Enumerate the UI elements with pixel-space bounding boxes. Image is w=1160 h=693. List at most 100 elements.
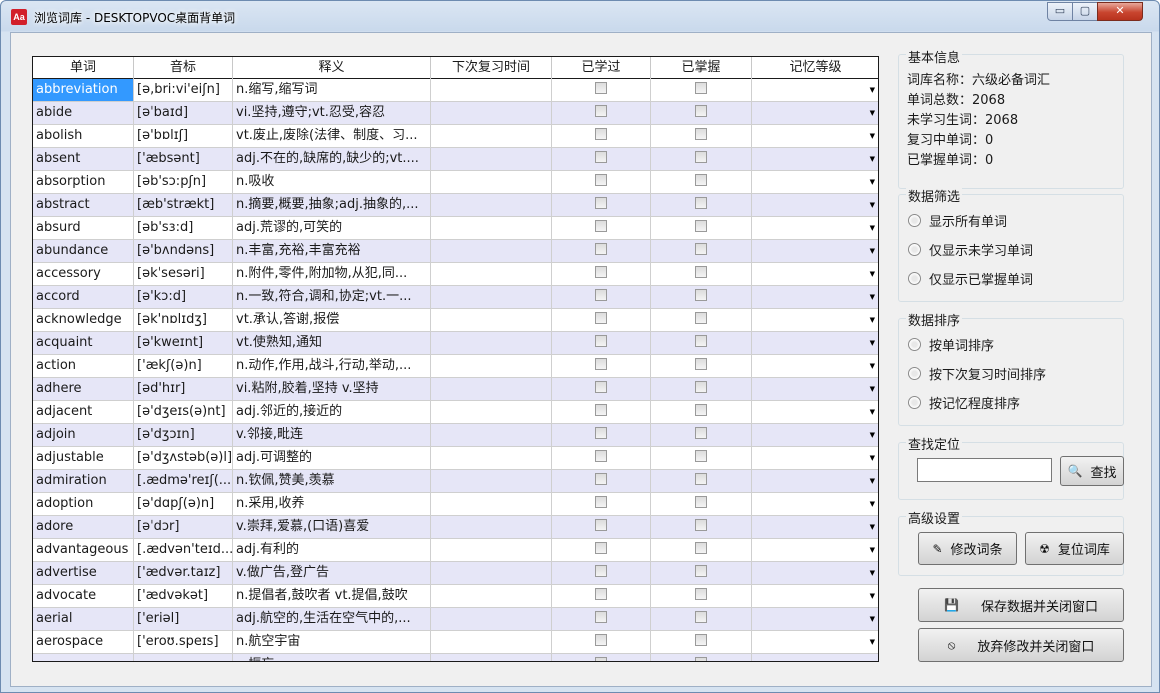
table-row[interactable]: abundance [ə'bʌndəns] n.丰富,充裕,丰富充裕 ▼ bbox=[33, 240, 878, 263]
cell-next-review[interactable] bbox=[431, 125, 552, 147]
radio-icon[interactable] bbox=[908, 214, 921, 227]
cell-mastered[interactable] bbox=[651, 125, 752, 147]
mastered-checkbox[interactable] bbox=[695, 449, 707, 462]
cell-phonetic[interactable]: [ə,bri:vi'eiʃn] bbox=[134, 79, 233, 101]
dropdown-arrow-icon[interactable]: ▼ bbox=[870, 263, 875, 285]
dropdown-arrow-icon[interactable]: ▼ bbox=[870, 194, 875, 216]
table-row[interactable]: adore [əˈdɔr] v.崇拜,爱慕,(口语)喜爱 ▼ bbox=[33, 516, 878, 539]
cell-learned[interactable] bbox=[552, 401, 651, 423]
cell-word[interactable]: aerospace bbox=[33, 631, 134, 653]
cell-word[interactable]: absent bbox=[33, 148, 134, 170]
cell-mastered[interactable] bbox=[651, 493, 752, 515]
learned-checkbox[interactable] bbox=[595, 403, 607, 416]
cell-mastered[interactable] bbox=[651, 217, 752, 239]
mastered-checkbox[interactable] bbox=[695, 495, 707, 508]
dropdown-arrow-icon[interactable]: ▼ bbox=[870, 654, 875, 661]
cell-learned[interactable] bbox=[552, 125, 651, 147]
cell-meaning[interactable]: adj.荒谬的,可笑的 bbox=[233, 217, 431, 239]
cell-phonetic[interactable] bbox=[134, 654, 233, 661]
radio-icon[interactable] bbox=[908, 367, 921, 380]
mastered-checkbox[interactable] bbox=[695, 403, 707, 416]
cell-next-review[interactable] bbox=[431, 102, 552, 124]
cell-meaning[interactable]: ...振忘 ... bbox=[233, 654, 431, 661]
cell-word[interactable]: absorption bbox=[33, 171, 134, 193]
cell-learned[interactable] bbox=[552, 332, 651, 354]
table-row[interactable]: absorption [əb'sɔ:pʃn] n.吸收 ▼ bbox=[33, 171, 878, 194]
column-header-learned[interactable]: 已学过 bbox=[552, 57, 651, 79]
filter-option-all[interactable]: 显示所有单词 bbox=[908, 211, 1007, 230]
cell-next-review[interactable] bbox=[431, 424, 552, 446]
cell-phonetic[interactable]: [əb'sɜ:d] bbox=[134, 217, 233, 239]
mastered-checkbox[interactable] bbox=[695, 380, 707, 393]
cell-meaning[interactable]: vi.坚持,遵守;vt.忍受,容忍 bbox=[233, 102, 431, 124]
mastered-checkbox[interactable] bbox=[695, 472, 707, 485]
cell-learned[interactable] bbox=[552, 539, 651, 561]
cell-phonetic[interactable]: [æb'strækt] bbox=[134, 194, 233, 216]
cell-phonetic[interactable]: [əd'hɪr] bbox=[134, 378, 233, 400]
cell-next-review[interactable] bbox=[431, 332, 552, 354]
cell-next-review[interactable] bbox=[431, 240, 552, 262]
cell-word[interactable]: abstract bbox=[33, 194, 134, 216]
table-row[interactable]: absurd [əb'sɜ:d] adj.荒谬的,可笑的 ▼ bbox=[33, 217, 878, 240]
cell-phonetic[interactable]: ['æbsənt] bbox=[134, 148, 233, 170]
dropdown-arrow-icon[interactable]: ▼ bbox=[870, 171, 875, 193]
minimize-button[interactable]: ▭ bbox=[1047, 2, 1073, 21]
cell-word[interactable]: advocate bbox=[33, 585, 134, 607]
cell-mastered[interactable] bbox=[651, 631, 752, 653]
cell-phonetic[interactable]: [ək'nɒlɪdʒ] bbox=[134, 309, 233, 331]
radio-icon[interactable] bbox=[908, 396, 921, 409]
cell-word[interactable]: adoption bbox=[33, 493, 134, 515]
cell-mastered[interactable] bbox=[651, 562, 752, 584]
cell-memory-level[interactable]: ▼ bbox=[752, 424, 878, 446]
cell-phonetic[interactable]: [ə'dʒɔɪn] bbox=[134, 424, 233, 446]
learned-checkbox[interactable] bbox=[595, 587, 607, 600]
mastered-checkbox[interactable] bbox=[695, 610, 707, 623]
dropdown-arrow-icon[interactable]: ▼ bbox=[870, 608, 875, 630]
learned-checkbox[interactable] bbox=[595, 380, 607, 393]
cell-word[interactable]: accord bbox=[33, 286, 134, 308]
cell-mastered[interactable] bbox=[651, 194, 752, 216]
mastered-checkbox[interactable] bbox=[695, 541, 707, 554]
dropdown-arrow-icon[interactable]: ▼ bbox=[870, 470, 875, 492]
dropdown-arrow-icon[interactable]: ▼ bbox=[870, 148, 875, 170]
reset-wordbook-button[interactable]: ☢ 复位词库 bbox=[1025, 532, 1124, 565]
learned-checkbox[interactable] bbox=[595, 656, 607, 661]
dropdown-arrow-icon[interactable]: ▼ bbox=[870, 355, 875, 377]
learned-checkbox[interactable] bbox=[595, 633, 607, 646]
cell-memory-level[interactable]: ▼ bbox=[752, 585, 878, 607]
cell-word[interactable]: adjustable bbox=[33, 447, 134, 469]
learned-checkbox[interactable] bbox=[595, 219, 607, 232]
cell-word[interactable]: advantageous bbox=[33, 539, 134, 561]
mastered-checkbox[interactable] bbox=[695, 81, 707, 94]
table-row[interactable]: action ['ækʃ(ə)n] n.动作,作用,战斗,行动,举动,... ▼ bbox=[33, 355, 878, 378]
cell-next-review[interactable] bbox=[431, 217, 552, 239]
cell-next-review[interactable] bbox=[431, 516, 552, 538]
cell-meaning[interactable]: vi.粘附,胶着,坚持 v.坚持 bbox=[233, 378, 431, 400]
edit-entry-button[interactable]: ✎ 修改词条 bbox=[918, 532, 1017, 565]
mastered-checkbox[interactable] bbox=[695, 564, 707, 577]
cell-memory-level[interactable]: ▼ bbox=[752, 332, 878, 354]
cell-next-review[interactable] bbox=[431, 194, 552, 216]
cell-meaning[interactable]: adj.航空的,生活在空气中的,... bbox=[233, 608, 431, 630]
cell-learned[interactable] bbox=[552, 493, 651, 515]
column-header-next-review[interactable]: 下次复习时间 bbox=[431, 57, 552, 79]
cell-next-review[interactable] bbox=[431, 470, 552, 492]
cell-memory-level[interactable]: ▼ bbox=[752, 355, 878, 377]
cell-memory-level[interactable]: ▼ bbox=[752, 631, 878, 653]
table-row[interactable]: adjoin [ə'dʒɔɪn] v.邻接,毗连 ▼ bbox=[33, 424, 878, 447]
cell-word[interactable]: aerial bbox=[33, 608, 134, 630]
table-row[interactable]: advertise ['ædvər.taɪz] v.做广告,登广告 ▼ bbox=[33, 562, 878, 585]
table-row[interactable]: abolish [ə'bɒlɪʃ] vt.废止,废除(法律、制度、习... ▼ bbox=[33, 125, 878, 148]
learned-checkbox[interactable] bbox=[595, 357, 607, 370]
cell-learned[interactable] bbox=[552, 516, 651, 538]
learned-checkbox[interactable] bbox=[595, 518, 607, 531]
mastered-checkbox[interactable] bbox=[695, 518, 707, 531]
dropdown-arrow-icon[interactable]: ▼ bbox=[870, 286, 875, 308]
cell-phonetic[interactable]: [ə'bʌndəns] bbox=[134, 240, 233, 262]
cell-meaning[interactable]: n.吸收 bbox=[233, 171, 431, 193]
mastered-checkbox[interactable] bbox=[695, 127, 707, 140]
cell-next-review[interactable] bbox=[431, 654, 552, 661]
learned-checkbox[interactable] bbox=[595, 449, 607, 462]
learned-checkbox[interactable] bbox=[595, 426, 607, 439]
table-row[interactable]: accessory [əkˈsesəri] n.附件,零件,附加物,从犯,同... ▼ bbox=[33, 263, 878, 286]
